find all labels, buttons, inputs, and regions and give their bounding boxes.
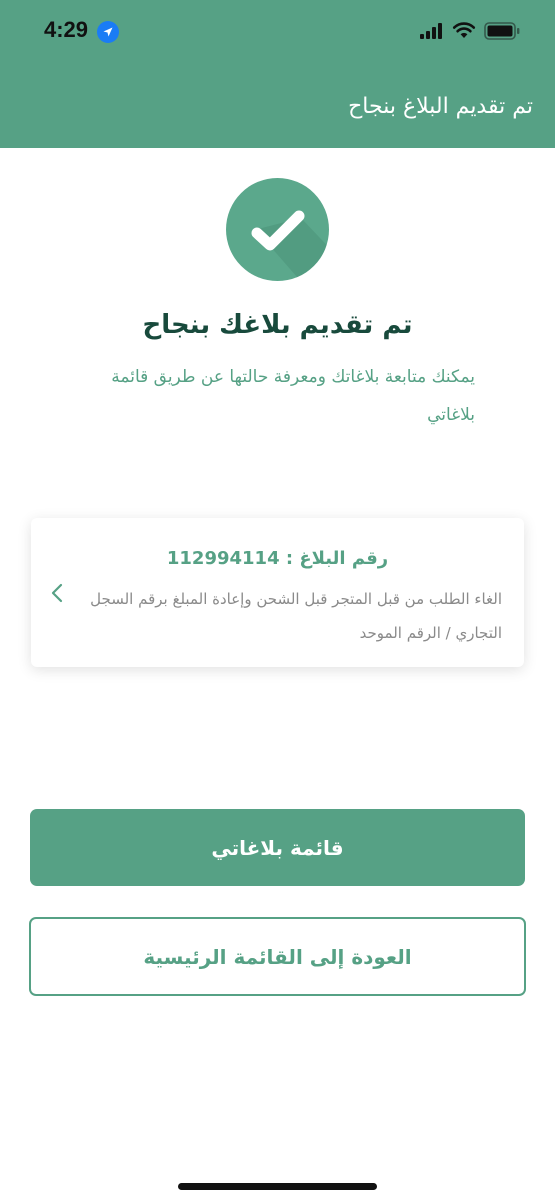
status-time: 4:29 xyxy=(44,17,89,42)
app-header: 4:29 تم تقديم البلاغ بنجاح xyxy=(0,0,555,148)
location-arrow-icon xyxy=(97,21,119,43)
home-indicator xyxy=(178,1183,377,1190)
success-check-icon xyxy=(226,178,329,281)
chevron-left-icon xyxy=(51,583,63,603)
my-reports-button[interactable]: قائمة بلاغاتي xyxy=(30,809,525,886)
report-number: رقم البلاغ : 112994114 xyxy=(166,548,389,569)
report-description: الغاء الطلب من قبل المتجر قبل الشحن وإعا… xyxy=(90,590,502,642)
page-title: تم تقديم البلاغ بنجاح xyxy=(348,94,533,119)
battery-icon xyxy=(484,22,520,40)
wifi-icon xyxy=(452,22,476,38)
success-title: تم تقديم بلاغك بنجاح xyxy=(142,310,413,340)
cellular-signal-icon xyxy=(420,23,442,39)
back-to-home-button[interactable]: العودة إلى القائمة الرئيسية xyxy=(29,917,526,996)
success-description: يمكنك متابعة بلاغاتك ومعرفة حالتها عن طر… xyxy=(111,367,475,425)
report-card[interactable]: رقم البلاغ : 112994114 الغاء الطلب من قب… xyxy=(31,518,524,667)
